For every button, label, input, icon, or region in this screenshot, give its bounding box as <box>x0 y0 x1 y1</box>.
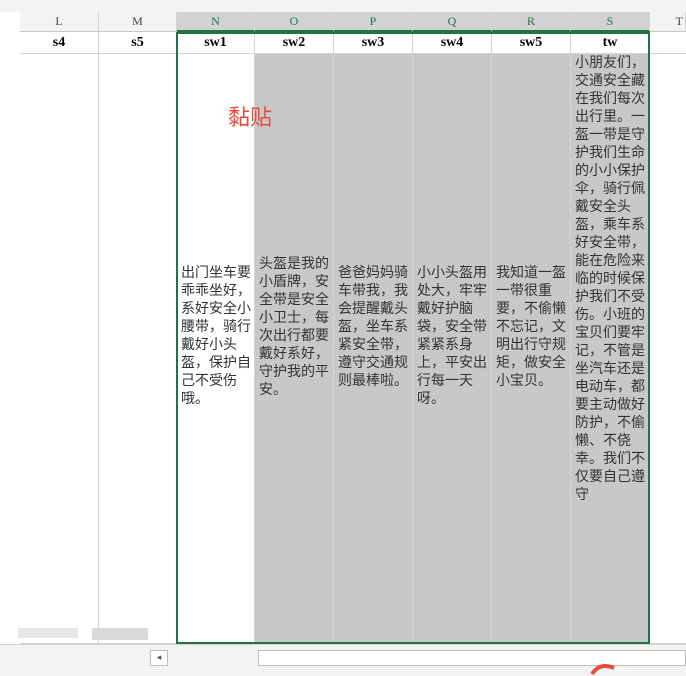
data-cell-s4[interactable] <box>20 54 99 644</box>
data-cell-tw[interactable]: 小朋友们，交通安全藏在我们每次出行里。一盔一带是守护我们生命的小小保护伞，骑行佩… <box>571 54 650 644</box>
watermark-logo-icon <box>590 664 628 675</box>
column-header-O[interactable]: O <box>255 12 334 32</box>
header-cell-sw4[interactable]: sw4 <box>413 32 492 54</box>
header-cell-sw2[interactable]: sw2 <box>255 32 334 54</box>
header-cell-s4[interactable]: s4 <box>20 32 99 54</box>
top-strip <box>0 0 686 12</box>
header-cell-sw3[interactable]: sw3 <box>334 32 413 54</box>
scroll-left-arrow-icon[interactable]: ◂ <box>150 650 168 666</box>
data-cell-sw4[interactable]: 小小头盔用处大，牢牢戴好护脑袋，安全带紧紧系身上，平安出行每一天呀。 <box>413 54 492 644</box>
cell-text-sw1: 出门坐车要乖乖坐好，系好安全小腰带，骑行戴好小头盔，保护自己不受伤哦。 <box>181 265 251 407</box>
data-cell-sw3[interactable]: 爸爸妈妈骑车带我，我会提醒戴头盔，坐车系紧安全带，遵守交通规则最棒啦。 <box>334 54 413 644</box>
header-cell-sw1[interactable]: sw1 <box>177 32 255 54</box>
data-cell-sw2[interactable]: 头盔是我的小盾牌，安全带是安全小卫士，每次出行都要戴好系好，守护我的平安。 <box>255 54 334 644</box>
header-cell-tw[interactable]: tw <box>571 32 650 54</box>
data-cell-sw5[interactable]: 我知道一盔一带很重要，不偷懒不忘记，文明出行守规矩，做安全小宝贝。 <box>492 54 571 644</box>
column-header-M[interactable]: M <box>99 12 177 32</box>
cell-text-sw2: 头盔是我的小盾牌，安全带是安全小卫士，每次出行都要戴好系好，守护我的平安。 <box>259 256 329 398</box>
data-cell-sw1[interactable]: 出门坐车要乖乖坐好，系好安全小腰带，骑行戴好小头盔，保护自己不受伤哦。 <box>177 54 255 644</box>
cell-text-sw3: 爸爸妈妈骑车带我，我会提醒戴头盔，坐车系紧安全带，遵守交通规则最棒啦。 <box>338 265 408 389</box>
column-header-N[interactable]: N <box>177 12 255 32</box>
column-header-R[interactable]: R <box>492 12 571 32</box>
header-cell-sw5[interactable]: sw5 <box>492 32 571 54</box>
blurred-tab <box>18 628 78 638</box>
data-cell-s5[interactable] <box>99 54 177 644</box>
column-header-Q[interactable]: Q <box>413 12 492 32</box>
cell-text-sw5: 我知道一盔一带很重要，不偷懒不忘记，文明出行守规矩，做安全小宝贝。 <box>496 265 566 389</box>
paste-annotation: 黏贴 <box>228 106 273 131</box>
cell-text-tw: 小朋友们，交通安全藏在我们每次出行里。一盔一带是守护我们生命的小小保护伞，骑行佩… <box>575 55 645 503</box>
column-header-T[interactable]: T <box>650 12 686 32</box>
column-header-P[interactable]: P <box>334 12 413 32</box>
header-cell-T[interactable] <box>650 32 686 54</box>
data-cell-T[interactable] <box>650 54 686 644</box>
header-cell-s5[interactable]: s5 <box>99 32 177 54</box>
column-header-S[interactable]: S <box>571 12 650 32</box>
column-header-L[interactable]: L <box>20 12 99 32</box>
blurred-tab <box>92 628 148 640</box>
cell-text-sw4: 小小头盔用处大，牢牢戴好护脑袋，安全带紧紧系身上，平安出行每一天呀。 <box>417 265 487 407</box>
